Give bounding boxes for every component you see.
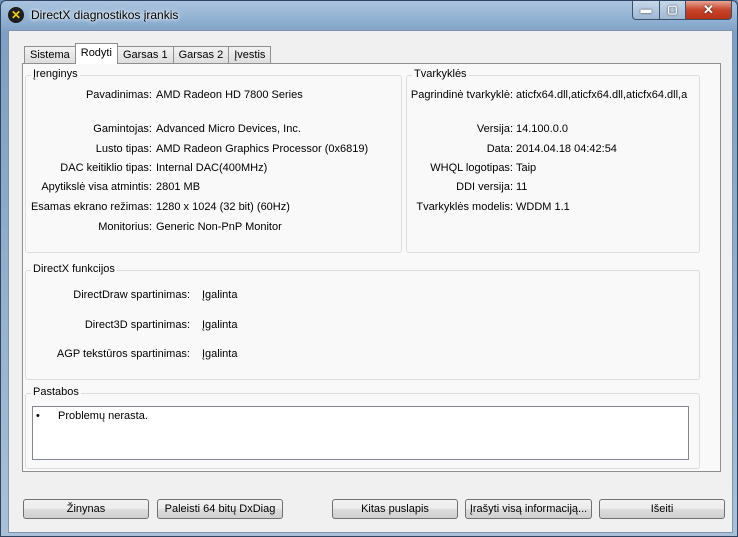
- agp-texture-label: AGP tekstūros spartinimas:: [56, 348, 190, 360]
- tab-garsas-2[interactable]: Garsas 2: [172, 46, 230, 64]
- device-group-title: Įrenginys: [31, 68, 80, 80]
- minimize-button[interactable]: ▬: [632, 1, 660, 20]
- version-label: Versija:: [476, 123, 513, 135]
- manufacturer-label: Gamintojas:: [93, 123, 152, 135]
- directx-features-group: DirectX funkcijos DirectDraw spartinimas…: [25, 263, 700, 380]
- title-bar[interactable]: ✕ DirectX diagnostikos įrankis ▬ ▢ ✕: [1, 1, 737, 29]
- chip-type-value: AMD Radeon Graphics Processor (0x6819): [156, 143, 369, 155]
- help-button[interactable]: Žinynas: [23, 499, 149, 519]
- run-64bit-dxdiag-button[interactable]: Paleisti 64 bitų DxDiag: [157, 499, 283, 519]
- date-label: Data:: [486, 143, 513, 155]
- main-driver-label: Pagrindinė tvarkyklė:: [410, 89, 513, 101]
- directdraw-label: DirectDraw spartinimas:: [73, 289, 190, 301]
- agp-texture-value: Įgalinta: [202, 348, 238, 360]
- notes-group: Pastabos • Problemų nerasta.: [25, 386, 700, 469]
- next-page-button[interactable]: Kitas puslapis: [332, 499, 458, 519]
- directdraw-value: Įgalinta: [202, 289, 238, 301]
- tab-sistema[interactable]: Sistema: [24, 46, 76, 64]
- version-value: 14.100.0.0: [516, 123, 568, 135]
- display-mode-value: 1280 x 1024 (32 bit) (60Hz): [156, 201, 290, 213]
- driver-model-label: Tvarkyklės modelis:: [416, 201, 513, 213]
- chip-type-label: Lusto tipas:: [95, 143, 152, 155]
- dxdiag-window: ✕ DirectX diagnostikos įrankis ▬ ▢ ✕ Sis…: [0, 0, 738, 537]
- main-driver-value: aticfx64.dll,aticfx64.dll,aticfx64.dll,a: [516, 89, 688, 101]
- notes-group-title: Pastabos: [31, 386, 81, 398]
- notes-textbox[interactable]: • Problemų nerasta.: [32, 406, 689, 460]
- driver-model-value: WDDM 1.1: [516, 201, 570, 213]
- direct3d-value: Įgalinta: [202, 319, 238, 331]
- total-memory-label: Apytikslė visa atmintis:: [41, 181, 152, 193]
- ddi-version-value: 11: [516, 181, 528, 193]
- tab-panel-rodyti: Įrenginys Pavadinimas: AMD Radeon HD 780…: [22, 63, 721, 472]
- manufacturer-value: Advanced Micro Devices, Inc.: [156, 123, 301, 135]
- close-button[interactable]: ✕: [686, 1, 732, 20]
- exit-button[interactable]: Išeiti: [599, 499, 725, 519]
- date-value: 2014.04.18 04:42:54: [516, 143, 617, 155]
- notes-text: Problemų nerasta.: [58, 410, 148, 422]
- tab-ivestis[interactable]: Įvestis: [228, 46, 272, 64]
- client-area: Sistema Rodyti Garsas 1 Garsas 2 Įvestis…: [8, 30, 733, 533]
- maximize-button[interactable]: ▢: [660, 1, 686, 20]
- monitor-label: Monitorius:: [98, 221, 152, 233]
- tab-rodyti[interactable]: Rodyti: [74, 43, 118, 64]
- display-mode-label: Esamas ekrano režimas:: [30, 201, 152, 213]
- device-group: Įrenginys Pavadinimas: AMD Radeon HD 780…: [25, 68, 402, 253]
- window-controls: ▬ ▢ ✕: [632, 1, 732, 21]
- save-all-information-button[interactable]: Įrašyti visą informaciją...: [465, 499, 592, 519]
- ddi-version-label: DDI versija:: [456, 181, 513, 193]
- whql-logo-label: WHQL logotipas:: [430, 162, 513, 174]
- tab-garsas-1[interactable]: Garsas 1: [116, 46, 174, 64]
- total-memory-value: 2801 MB: [156, 181, 201, 193]
- window-title: DirectX diagnostikos įrankis: [31, 8, 179, 22]
- device-name-label: Pavadinimas:: [85, 89, 152, 101]
- drivers-group-title: Tvarkyklės: [412, 68, 469, 80]
- directx-app-icon: ✕: [8, 7, 24, 23]
- monitor-value: Generic Non-PnP Monitor: [156, 221, 282, 233]
- dac-type-value: Internal DAC(400MHz): [156, 162, 268, 174]
- dac-type-label: DAC keitiklio tipas:: [60, 162, 152, 174]
- device-name-value: AMD Radeon HD 7800 Series: [156, 89, 303, 101]
- features-group-title: DirectX funkcijos: [31, 263, 117, 275]
- direct3d-label: Direct3D spartinimas:: [84, 319, 190, 331]
- whql-logo-value: Taip: [516, 162, 537, 174]
- bullet-icon: •: [36, 410, 40, 422]
- tab-strip: Sistema Rodyti Garsas 1 Garsas 2 Įvestis: [24, 43, 272, 64]
- drivers-group: Tvarkyklės Pagrindinė tvarkyklė: aticfx6…: [406, 68, 700, 253]
